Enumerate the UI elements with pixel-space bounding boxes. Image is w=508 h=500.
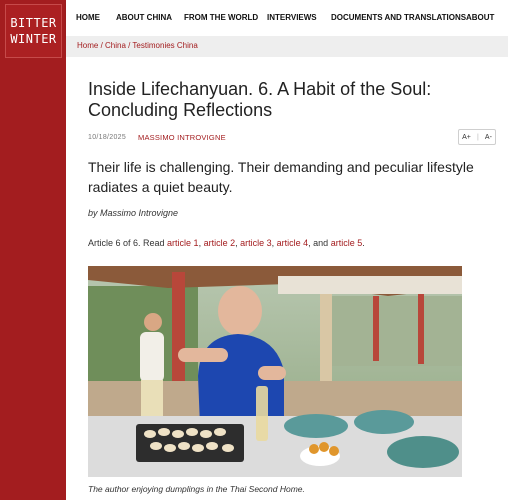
series-prefix: Article 6 of 6. Read: [88, 238, 168, 248]
article-photo: [88, 266, 462, 477]
article-lead: Their life is challenging. Their demandi…: [88, 159, 474, 195]
article-byline: by Massimo Introvigne: [88, 208, 179, 218]
article-content: Inside Lifechanyuan. 6. A Habit of the S…: [66, 57, 508, 500]
and-word: and: [313, 238, 329, 248]
font-decrease-button[interactable]: A-: [485, 134, 492, 141]
nav-item-documents[interactable]: DOCUMENTS AND TRANSLATIONS: [331, 13, 466, 22]
font-size-control: A+ | A-: [458, 129, 496, 145]
photo-illustration: [88, 266, 462, 477]
page-title: Inside Lifechanyuan. 6. A Habit of the S…: [88, 79, 432, 120]
site-logo[interactable]: BITTER WINTER: [5, 4, 62, 58]
photo-caption: The author enjoying dumplings in the Tha…: [88, 484, 305, 494]
series-links: Article 6 of 6. Read article 1, article …: [88, 238, 365, 248]
article-5-link[interactable]: article 5: [331, 238, 363, 248]
breadcrumb[interactable]: Home / China / Testimonies China: [77, 41, 198, 50]
nav-item-home[interactable]: HOME: [76, 13, 100, 22]
nav-item-about[interactable]: ABOUT: [466, 13, 494, 22]
font-size-divider: |: [476, 133, 479, 141]
article-2-link[interactable]: article 2: [204, 238, 236, 248]
font-increase-button[interactable]: A+: [462, 134, 471, 141]
nav-item-from-the-world[interactable]: FROM THE WORLD: [184, 13, 258, 22]
main-nav: HOME ABOUT CHINA FROM THE WORLD INTERVIE…: [66, 0, 508, 36]
publish-date: 10/18/2025: [88, 134, 127, 141]
article-4-link[interactable]: article 4: [277, 238, 309, 248]
article-3-link[interactable]: article 3: [240, 238, 272, 248]
author-link[interactable]: MASSIMO INTROVIGNE: [138, 133, 226, 142]
nav-item-about-china[interactable]: ABOUT CHINA: [116, 13, 172, 22]
article-1-link[interactable]: article 1: [167, 238, 199, 248]
brand-sidebar: BITTER WINTER: [0, 0, 66, 500]
breadcrumb-bar: Home / China / Testimonies China: [66, 36, 508, 57]
logo-line-2: WINTER: [10, 32, 57, 46]
nav-item-interviews[interactable]: INTERVIEWS: [267, 13, 317, 22]
logo-line-1: BITTER: [10, 16, 57, 30]
